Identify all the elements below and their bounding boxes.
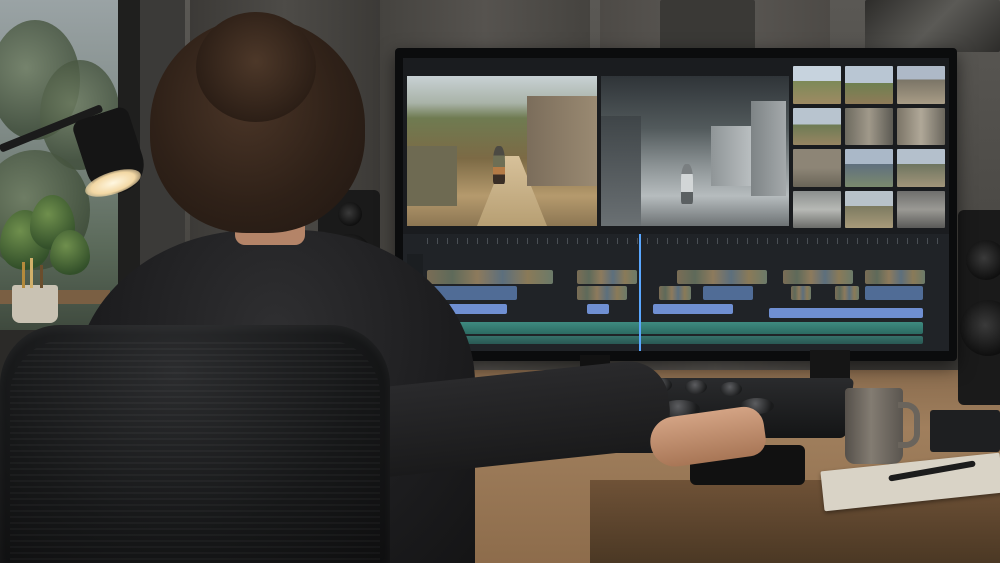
media-thumbnail[interactable] <box>793 190 841 228</box>
media-thumbnail[interactable] <box>897 107 945 145</box>
playhead[interactable] <box>639 234 641 351</box>
pencil <box>40 265 43 288</box>
video-clip[interactable] <box>865 270 925 284</box>
media-thumbnail[interactable] <box>793 107 841 145</box>
audio-interface <box>930 410 1000 452</box>
media-thumbnail[interactable] <box>845 107 893 145</box>
video-clip[interactable] <box>577 270 637 284</box>
video-clip[interactable] <box>577 286 627 300</box>
video-clip[interactable] <box>703 286 753 300</box>
source-viewer <box>407 76 597 226</box>
speaker-icon <box>958 210 1000 405</box>
video-clip[interactable] <box>653 304 733 314</box>
photo-scene <box>0 0 1000 563</box>
media-thumbnail[interactable] <box>845 190 893 228</box>
plant-leaf <box>50 230 90 275</box>
media-thumbnail[interactable] <box>897 190 945 228</box>
wall-picture <box>660 0 755 52</box>
wall-picture <box>865 0 1000 52</box>
monitor <box>395 48 957 361</box>
video-clip[interactable] <box>427 270 553 284</box>
program-viewer <box>601 76 789 226</box>
control-knob <box>685 380 707 394</box>
video-clip[interactable] <box>783 270 853 284</box>
video-clip[interactable] <box>587 304 609 314</box>
editing-app-screen <box>403 58 949 351</box>
chair-mesh <box>10 340 380 560</box>
video-clip[interactable] <box>659 286 691 300</box>
video-clip[interactable] <box>865 286 923 300</box>
hair-bun <box>196 12 316 122</box>
media-thumbnail[interactable] <box>845 66 893 104</box>
mug-icon <box>845 388 903 464</box>
timeline-ruler[interactable] <box>427 238 943 244</box>
media-thumbnail[interactable] <box>793 66 841 104</box>
pencil-cup <box>12 285 58 323</box>
media-thumbnail[interactable] <box>897 149 945 187</box>
video-clip[interactable] <box>769 308 923 318</box>
video-clip[interactable] <box>677 270 767 284</box>
timeline-panel[interactable] <box>403 234 949 351</box>
video-clip[interactable] <box>835 286 859 300</box>
mug-handle <box>898 402 920 448</box>
audio-clip[interactable] <box>427 336 923 344</box>
pencil <box>22 262 25 288</box>
media-pool-grid <box>793 66 945 228</box>
media-thumbnail[interactable] <box>897 66 945 104</box>
video-clip[interactable] <box>791 286 811 300</box>
media-thumbnail[interactable] <box>793 149 841 187</box>
media-thumbnail[interactable] <box>845 149 893 187</box>
audio-clip[interactable] <box>427 322 923 334</box>
control-knob <box>720 382 742 396</box>
pencil <box>30 258 33 288</box>
